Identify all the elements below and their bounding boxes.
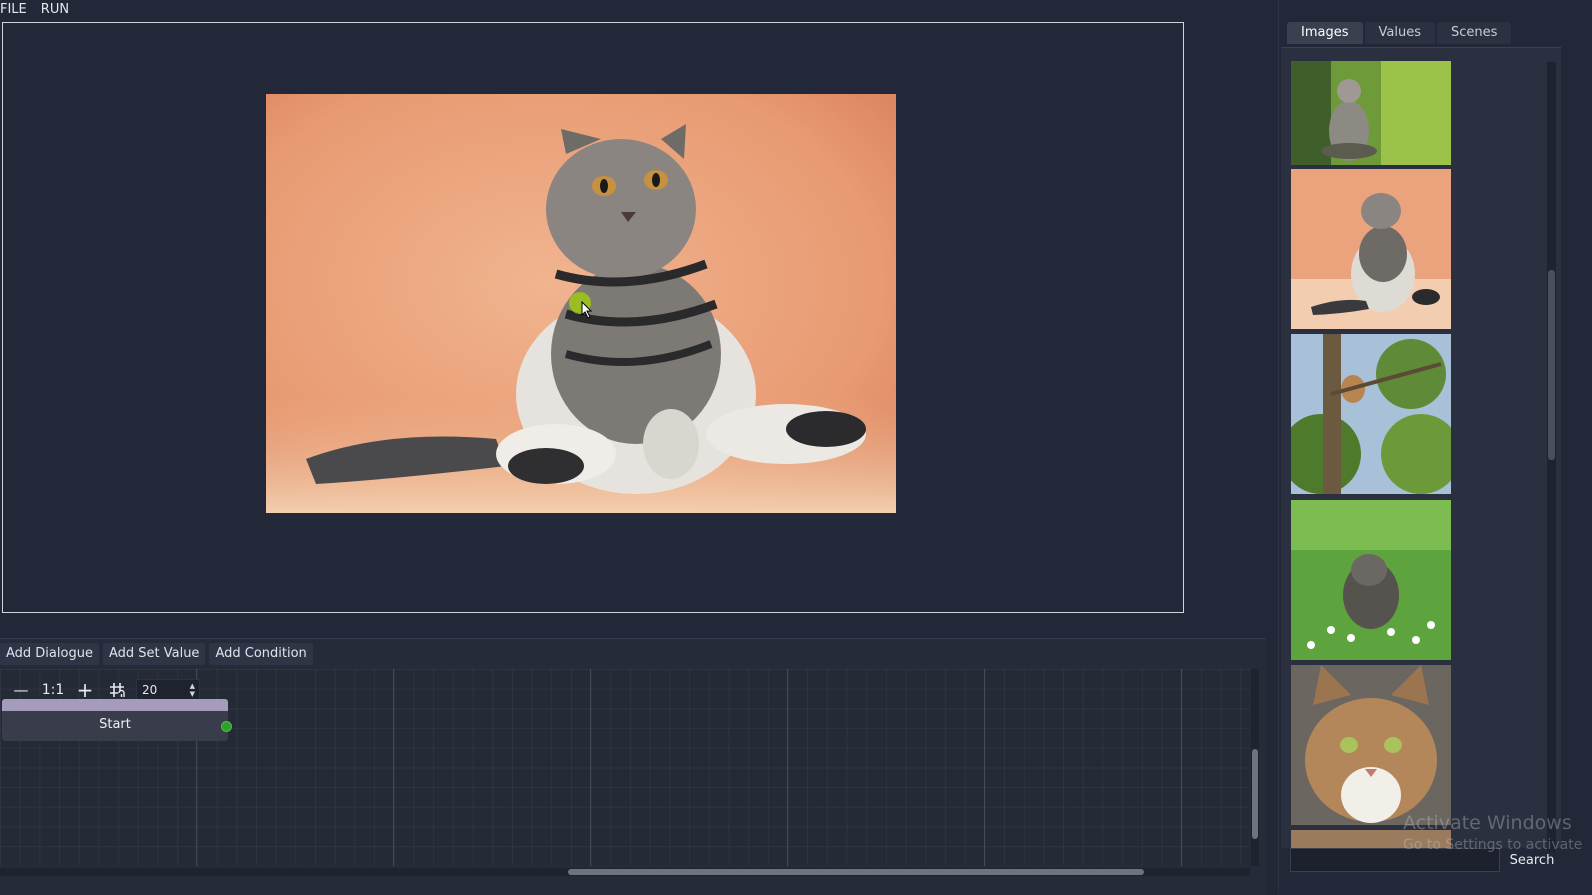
- start-node[interactable]: Start: [2, 699, 232, 741]
- image-thumbnail-scottish-fold[interactable]: [1291, 169, 1451, 329]
- snap-step-value: 20: [142, 683, 158, 697]
- add-condition-button[interactable]: Add Condition: [209, 643, 313, 665]
- resource-panel: Images Values Scenes Search Activate Win…: [1278, 0, 1592, 894]
- image-list: [1281, 47, 1561, 848]
- graph-canvas[interactable]: — 1:1 + 20 ▲ ▼ Start: [0, 669, 1250, 866]
- graph-horizontal-scrollbar[interactable]: [0, 868, 1250, 876]
- scene-viewport[interactable]: [2, 22, 1184, 613]
- graph-zoom-tools: — 1:1 + 20 ▲ ▼: [8, 678, 200, 702]
- output-port[interactable]: [221, 721, 232, 732]
- image-thumbnail-tabby-portrait[interactable]: [1291, 665, 1451, 825]
- tab-values[interactable]: Values: [1364, 22, 1435, 44]
- menu-file[interactable]: FILE: [0, 0, 27, 20]
- zoom-reset-button[interactable]: 1:1: [40, 679, 66, 701]
- menu-bar: FILE RUN: [0, 0, 83, 20]
- add-dialogue-button[interactable]: Add Dialogue: [0, 643, 99, 665]
- dialogue-graph-panel: Add Dialogue Add Set Value Add Condition…: [0, 638, 1266, 895]
- graph-toolbar: Add Dialogue Add Set Value Add Condition: [0, 643, 313, 665]
- image-thumbnail-kitten-tree[interactable]: [1291, 334, 1451, 494]
- start-node-header[interactable]: [2, 699, 228, 711]
- image-thumbnail-kitten-flowers[interactable]: [1291, 500, 1451, 660]
- scrollbar-thumb[interactable]: [568, 869, 1144, 875]
- activate-windows-watermark: Activate Windows Go to Settings to activ…: [1403, 812, 1582, 856]
- zoom-in-button[interactable]: +: [72, 678, 98, 702]
- tab-scenes[interactable]: Scenes: [1436, 22, 1512, 44]
- scrollbar-thumb[interactable]: [1548, 270, 1555, 460]
- mouse-cursor-icon: [581, 301, 593, 319]
- watermark-title: Activate Windows: [1403, 812, 1572, 834]
- watermark-subtitle: Go to Settings to activate: [1403, 837, 1583, 853]
- graph-vertical-scrollbar[interactable]: [1251, 669, 1259, 866]
- image-thumbnail-cat-grass[interactable]: [1291, 61, 1451, 165]
- snap-grid-icon[interactable]: [104, 679, 130, 701]
- tab-images[interactable]: Images: [1287, 22, 1363, 44]
- menu-run[interactable]: RUN: [41, 0, 69, 20]
- zoom-out-button[interactable]: —: [8, 679, 34, 701]
- resource-tabs: Images Values Scenes: [1287, 22, 1513, 44]
- scrollbar-thumb[interactable]: [1252, 749, 1258, 839]
- add-set-value-button[interactable]: Add Set Value: [102, 643, 206, 665]
- start-node-label: Start: [99, 717, 131, 732]
- spin-arrows-icon[interactable]: ▲ ▼: [190, 682, 195, 698]
- snap-step-spinbox[interactable]: 20 ▲ ▼: [136, 679, 200, 701]
- image-list-scrollbar[interactable]: [1547, 62, 1556, 852]
